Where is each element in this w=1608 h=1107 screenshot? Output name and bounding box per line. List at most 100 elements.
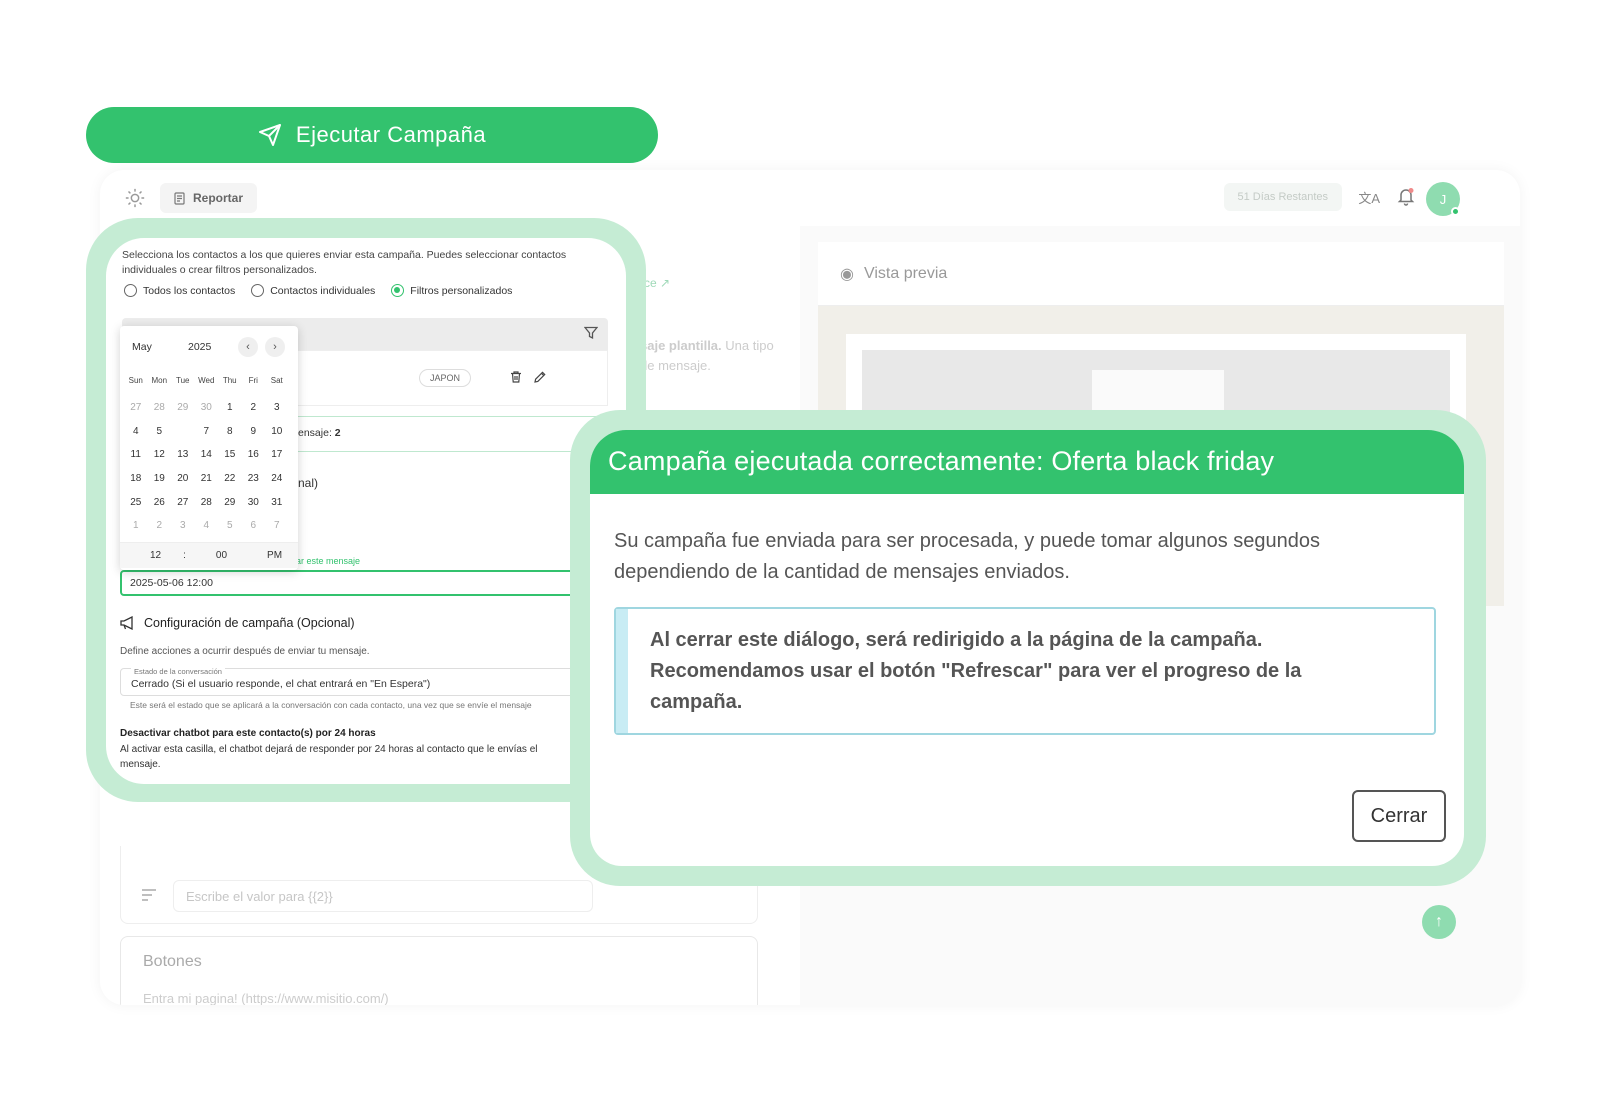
calendar-day[interactable]: 7 [195, 426, 219, 437]
chevron-right-icon[interactable]: › [265, 337, 285, 357]
calendar-day-outside[interactable]: 6 [242, 520, 266, 531]
calendar-day[interactable]: 9 [242, 426, 266, 437]
send-icon [258, 124, 281, 146]
trash-icon[interactable] [509, 370, 523, 384]
buttons-title: Botones [143, 953, 202, 970]
calendar-day[interactable]: 8 [218, 426, 242, 437]
sun-icon[interactable] [124, 187, 146, 209]
execute-campaign-button[interactable]: Ejecutar Campaña [86, 107, 658, 163]
dialog-title: Campaña ejecutada correctamente: Oferta … [590, 430, 1464, 494]
calendar-day[interactable]: 27 [171, 497, 195, 508]
calendar-day[interactable]: 18 [124, 473, 148, 484]
calendar-day[interactable]: 10 [265, 426, 289, 437]
radio-individual-contacts-label: Contactos individuales [270, 284, 376, 297]
radio-all-contacts[interactable]: Todos los contactos [124, 284, 235, 297]
calendar-day[interactable]: 15 [218, 449, 242, 460]
schedule-date-input[interactable]: 2025-05-06 12:00 [120, 570, 626, 596]
schedule-link[interactable]: ar este mensaje [296, 556, 360, 566]
weekday-label: Thu [222, 375, 237, 385]
calendar-day[interactable]: 5 [148, 426, 172, 437]
calendar-day[interactable]: 20 [171, 473, 195, 484]
calendar-day-outside[interactable]: 27 [124, 402, 148, 413]
date-picker-month[interactable]: May [132, 341, 152, 353]
time-hour[interactable]: 12 [150, 550, 161, 561]
calendar-day-outside[interactable]: 1 [124, 520, 148, 531]
weekday-label: Tue [176, 375, 190, 385]
time-ampm[interactable]: PM [267, 550, 282, 561]
avatar[interactable]: J [1426, 182, 1460, 216]
bg-link[interactable]: ce ↗ [644, 276, 670, 290]
message-count-prefix: ensaje: [298, 427, 335, 439]
date-picker-year[interactable]: 2025 [188, 341, 211, 353]
date-picker-popup: May 2025 ‹ › Sun Mon Tue Wed Thu Fri Sat 27 28 29… [120, 326, 298, 570]
calendar-day[interactable]: 14 [195, 449, 219, 460]
calendar-day[interactable]: 17 [265, 449, 289, 460]
report-button[interactable]: Reportar [160, 183, 258, 213]
scroll-up-button[interactable]: ↑ [1422, 905, 1456, 939]
calendar-day[interactable]: 26 [148, 497, 172, 508]
translate-icon[interactable]: 文A [1358, 188, 1380, 207]
calendar-week: 1234567 [124, 514, 294, 538]
close-dialog-button[interactable]: Cerrar [1352, 790, 1446, 842]
preview-label: Vista previa [863, 264, 948, 282]
calendar-day[interactable]: 30 [242, 497, 266, 508]
radio-custom-filters[interactable]: Filtros personalizados [391, 284, 512, 297]
calendar-day[interactable]: 16 [242, 449, 266, 460]
calendar-day-outside[interactable]: 29 [171, 402, 195, 413]
calendar-day[interactable]: 2 [242, 402, 266, 413]
template-hint: saje plantilla. Una tipo de mensaje. [640, 336, 790, 376]
calendar-day-outside[interactable]: 30 [195, 402, 219, 413]
eye-icon: ◉ [840, 265, 854, 283]
radio-all-contacts-label: Todos los contactos [143, 284, 236, 297]
calendar-day[interactable]: 12 [148, 449, 172, 460]
calendar-day-outside[interactable]: 5 [218, 520, 242, 531]
calendar-day[interactable]: 4 [124, 426, 148, 437]
calendar-week: 11 12 13 14 15 16 17 [124, 443, 294, 467]
calendar-day-outside[interactable]: 3 [171, 520, 195, 531]
stage: Ejecutar Campaña Reportar 51 Días Restan… [0, 0, 1608, 1107]
filter-icon[interactable] [584, 326, 598, 340]
calendar-day-outside[interactable]: 7 [265, 520, 289, 531]
dialog-info-alert: Al cerrar este diálogo, será redirigido … [614, 607, 1436, 735]
date-picker-header: May 2025 ‹ › [120, 334, 298, 358]
report-label: Reportar [193, 191, 244, 205]
success-dialog: Campaña ejecutada correctamente: Oferta … [590, 430, 1464, 866]
message-count-value: 2 [334, 427, 341, 439]
contact-mode-radios: Todos los contactos Contactos individual… [124, 284, 512, 297]
calendar-day-outside[interactable]: 2 [148, 520, 172, 531]
pencil-icon[interactable] [533, 370, 547, 384]
calendar-day-outside[interactable]: 4 [195, 520, 219, 531]
chevron-left-icon[interactable]: ‹ [238, 337, 258, 357]
calendar-day-outside[interactable]: 28 [148, 402, 172, 413]
conversation-state-help: Este será el estado que se aplicará a la… [130, 700, 532, 710]
calendar-day[interactable]: 28 [195, 497, 219, 508]
calendar-day[interactable]: 25 [124, 497, 148, 508]
calendar-day[interactable]: 21 [195, 473, 219, 484]
variable-value-input[interactable]: Escribe el valor para {{2}} [173, 880, 593, 912]
weekday-label: Sun [128, 375, 143, 385]
alert-accent-bar [616, 609, 628, 733]
conversation-state-select[interactable]: Estado de la conversación Cerrado (Si el… [120, 667, 626, 696]
calendar-day[interactable]: 23 [242, 473, 266, 484]
bell-icon[interactable] [1396, 186, 1416, 206]
calendar-day[interactable]: 22 [218, 473, 242, 484]
weekday-header: Sun Mon Tue Wed Thu Fri Sat [124, 368, 294, 392]
calendar-day[interactable]: 11 [124, 449, 148, 460]
radio-custom-filters-label: Filtros personalizados [410, 284, 513, 297]
calendar-day[interactable]: 31 [265, 497, 289, 508]
calendar-day-selected[interactable]: 6 [171, 419, 195, 443]
time-minute[interactable]: 00 [216, 550, 227, 561]
calendar-day[interactable]: 24 [265, 473, 289, 484]
megaphone-icon [120, 616, 133, 630]
calendar-day[interactable]: 1 [218, 402, 242, 413]
calendar-day[interactable]: 29 [218, 497, 242, 508]
radio-individual-contacts[interactable]: Contactos individuales [251, 284, 375, 297]
dialog-body: Su campaña fue enviada para ser procesad… [614, 530, 1321, 583]
calendar-day[interactable]: 19 [148, 473, 172, 484]
calendar-day[interactable]: 13 [171, 449, 195, 460]
conversation-state-label: Estado de la conversación [131, 667, 225, 676]
calendar-day[interactable]: 3 [265, 402, 289, 413]
conversation-state-value: Cerrado (Si el usuario responde, el chat… [131, 678, 431, 690]
avatar-initial: J [1439, 191, 1447, 207]
calendar-week: 25 26 27 28 29 30 31 [124, 490, 294, 514]
